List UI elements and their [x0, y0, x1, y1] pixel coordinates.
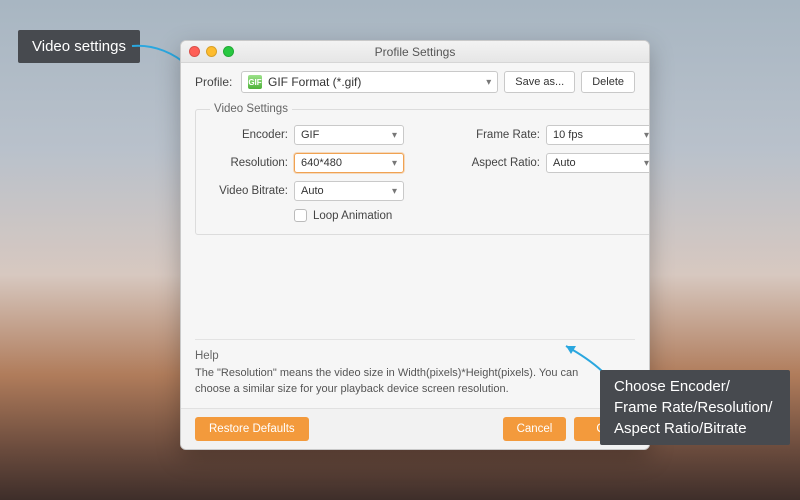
encoder-label: Encoder:	[210, 129, 294, 141]
restore-defaults-button[interactable]: Restore Defaults	[195, 417, 309, 441]
loop-animation-label: Loop Animation	[313, 210, 392, 222]
chevron-down-icon: ▾	[392, 158, 397, 169]
window-body: Profile: GIF GIF Format (*.gif) ▾ Save a…	[181, 63, 649, 408]
gif-format-icon: GIF	[248, 75, 262, 89]
annotation-right-text: Choose Encoder/ Frame Rate/Resolution/ A…	[614, 378, 772, 437]
footer: Restore Defaults Cancel OK	[181, 408, 649, 449]
video-settings-group: Video Settings Encoder: GIF ▾ Frame Rate…	[195, 103, 650, 235]
encoder-value: GIF	[301, 129, 319, 141]
chevron-down-icon: ▾	[392, 186, 397, 197]
delete-label: Delete	[592, 76, 624, 88]
loop-animation-checkbox[interactable]	[294, 209, 307, 222]
stage: Video settings Profile Settings Profile:…	[0, 0, 800, 500]
help-text: The "Resolution" means the video size in…	[195, 366, 615, 398]
save-as-label: Save as...	[515, 76, 564, 88]
bitrate-value: Auto	[301, 185, 324, 197]
cancel-label: Cancel	[517, 423, 553, 435]
help-section: Help The "Resolution" means the video si…	[195, 339, 635, 398]
chevron-down-icon: ▾	[392, 130, 397, 141]
bitrate-label: Video Bitrate:	[210, 185, 294, 197]
annotation-left-text: Video settings	[32, 38, 126, 55]
restore-defaults-label: Restore Defaults	[209, 423, 295, 435]
encoder-select[interactable]: GIF ▾	[294, 125, 404, 145]
titlebar: Profile Settings	[181, 41, 649, 63]
framerate-value: 10 fps	[553, 129, 583, 141]
annotation-choose-settings: Choose Encoder/ Frame Rate/Resolution/ A…	[600, 370, 790, 445]
profile-value: GIF Format (*.gif)	[268, 75, 361, 89]
profile-row: Profile: GIF GIF Format (*.gif) ▾ Save a…	[195, 71, 635, 93]
annotation-video-settings: Video settings	[18, 30, 140, 63]
aspect-label: Aspect Ratio:	[462, 157, 546, 169]
chevron-down-icon: ▾	[644, 130, 649, 141]
resolution-label: Resolution:	[210, 157, 294, 169]
chevron-down-icon: ▾	[486, 77, 491, 88]
video-settings-legend: Video Settings	[210, 103, 292, 115]
aspect-select[interactable]: Auto ▾	[546, 153, 650, 173]
chevron-down-icon: ▾	[644, 158, 649, 169]
profile-settings-window: Profile Settings Profile: GIF GIF Format…	[180, 40, 650, 450]
cancel-button[interactable]: Cancel	[503, 417, 567, 441]
save-as-button[interactable]: Save as...	[504, 71, 575, 93]
delete-button[interactable]: Delete	[581, 71, 635, 93]
profile-select[interactable]: GIF GIF Format (*.gif) ▾	[241, 71, 498, 93]
loop-animation-row: Loop Animation	[294, 209, 650, 222]
window-title: Profile Settings	[181, 45, 649, 59]
framerate-select[interactable]: 10 fps ▾	[546, 125, 650, 145]
bitrate-select[interactable]: Auto ▾	[294, 181, 404, 201]
video-settings-grid: Encoder: GIF ▾ Frame Rate: 10 fps ▾ Reso…	[210, 125, 650, 222]
aspect-value: Auto	[553, 157, 576, 169]
help-legend: Help	[195, 350, 635, 362]
resolution-select[interactable]: 640*480 ▾	[294, 153, 404, 173]
resolution-value: 640*480	[301, 157, 342, 169]
framerate-label: Frame Rate:	[462, 129, 546, 141]
profile-label: Profile:	[195, 75, 235, 89]
